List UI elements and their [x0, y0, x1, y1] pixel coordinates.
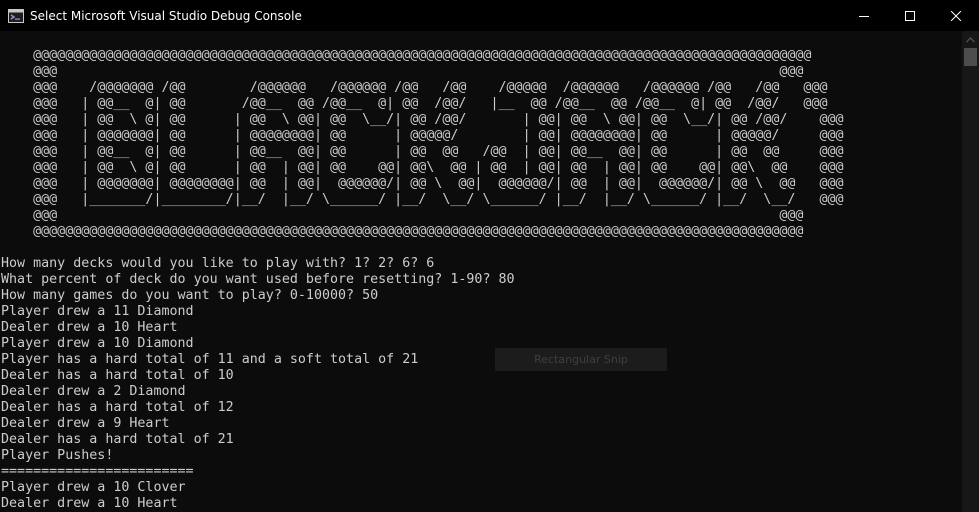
console-line: Dealer drew a 2 Diamond [1, 384, 186, 399]
minimize-button[interactable] [841, 0, 887, 31]
console-line: @@@ |_______/|________/|__/ |__/ \______… [1, 192, 844, 207]
console-line: Dealer has a hard total of 10 [1, 368, 234, 383]
console-line: Player drew a 10 Clover [1, 480, 186, 495]
title-bar[interactable]: Select Microsoft Visual Studio Debug Con… [0, 0, 979, 31]
console-line: @@@ | @@__ @| @@ /@@__ @@ /@@__ @| @@ /@… [1, 96, 828, 111]
console-line: Dealer drew a 10 Heart [1, 320, 178, 335]
console-line: Player drew a 10 Diamond [1, 336, 194, 351]
console-line: Player has a hard total of 11 and a soft… [1, 352, 419, 367]
console-line: @@@ | @@@@@@@| @@ | @@@@@@@@| @@ | @@@@@… [1, 128, 844, 143]
console-line: How many decks would you like to play wi… [1, 256, 435, 271]
minimize-icon [859, 15, 869, 17]
console-line: Dealer drew a 10 Heart [1, 496, 178, 511]
scroll-thumb[interactable] [964, 48, 977, 66]
console-line: Dealer has a hard total of 12 [1, 400, 234, 415]
console-line: @@@ @@@ [1, 64, 804, 79]
console-line: @@@ | @@ \ @| @@ | @@ | @@| @@ @@| @@\ @… [1, 160, 844, 175]
console-line: Player drew a 11 Diamond [1, 304, 194, 319]
console-line: @@@@@@@@@@@@@@@@@@@@@@@@@@@@@@@@@@@@@@@@… [1, 224, 804, 239]
chevron-up-icon [966, 36, 975, 42]
console-lines: @@@@@@@@@@@@@@@@@@@@@@@@@@@@@@@@@@@@@@@@… [1, 48, 844, 512]
maximize-button[interactable] [887, 0, 933, 31]
rectangular-snip-tooltip: Rectangular Snip [495, 348, 667, 371]
debug-console-window: Select Microsoft Visual Studio Debug Con… [0, 0, 979, 512]
console-line: Dealer drew a 9 Heart [1, 416, 170, 431]
console-line: @@@@@@@@@@@@@@@@@@@@@@@@@@@@@@@@@@@@@@@@… [1, 48, 812, 63]
console-line: ======================== [1, 464, 194, 479]
console-output[interactable]: @@@@@@@@@@@@@@@@@@@@@@@@@@@@@@@@@@@@@@@@… [0, 31, 962, 512]
maximize-icon [905, 10, 915, 21]
console-line: How many games do you want to play? 0-10… [1, 288, 379, 303]
console-line: @@@ | @@@@@@@| @@@@@@@@| @@ | @@| @@@@@@… [1, 176, 844, 191]
console-line: @@@ @@@ [1, 208, 804, 223]
console-line: Player Pushes! [1, 448, 114, 463]
console-line: @@@ | @@__ @| @@ | @@__ @@| @@ | @@ @@ /… [1, 144, 844, 159]
close-icon [951, 10, 961, 21]
console-app-icon [8, 8, 24, 23]
console-line: What percent of deck do you want used be… [1, 272, 515, 287]
console-line: @@@ | @@ \ @| @@ | @@ \ @@| @@ \__/| @@ … [1, 112, 844, 127]
window-title: Select Microsoft Visual Studio Debug Con… [30, 8, 302, 23]
caption-buttons [841, 0, 979, 31]
close-button[interactable] [933, 0, 979, 31]
vertical-scrollbar[interactable] [962, 31, 979, 512]
console-line: @@@ /@@@@@@@ /@@ /@@@@@@ /@@@@@@ /@@ /@@… [1, 80, 828, 95]
scroll-up-button[interactable] [962, 31, 979, 48]
console-line: Dealer has a hard total of 21 [1, 432, 234, 447]
